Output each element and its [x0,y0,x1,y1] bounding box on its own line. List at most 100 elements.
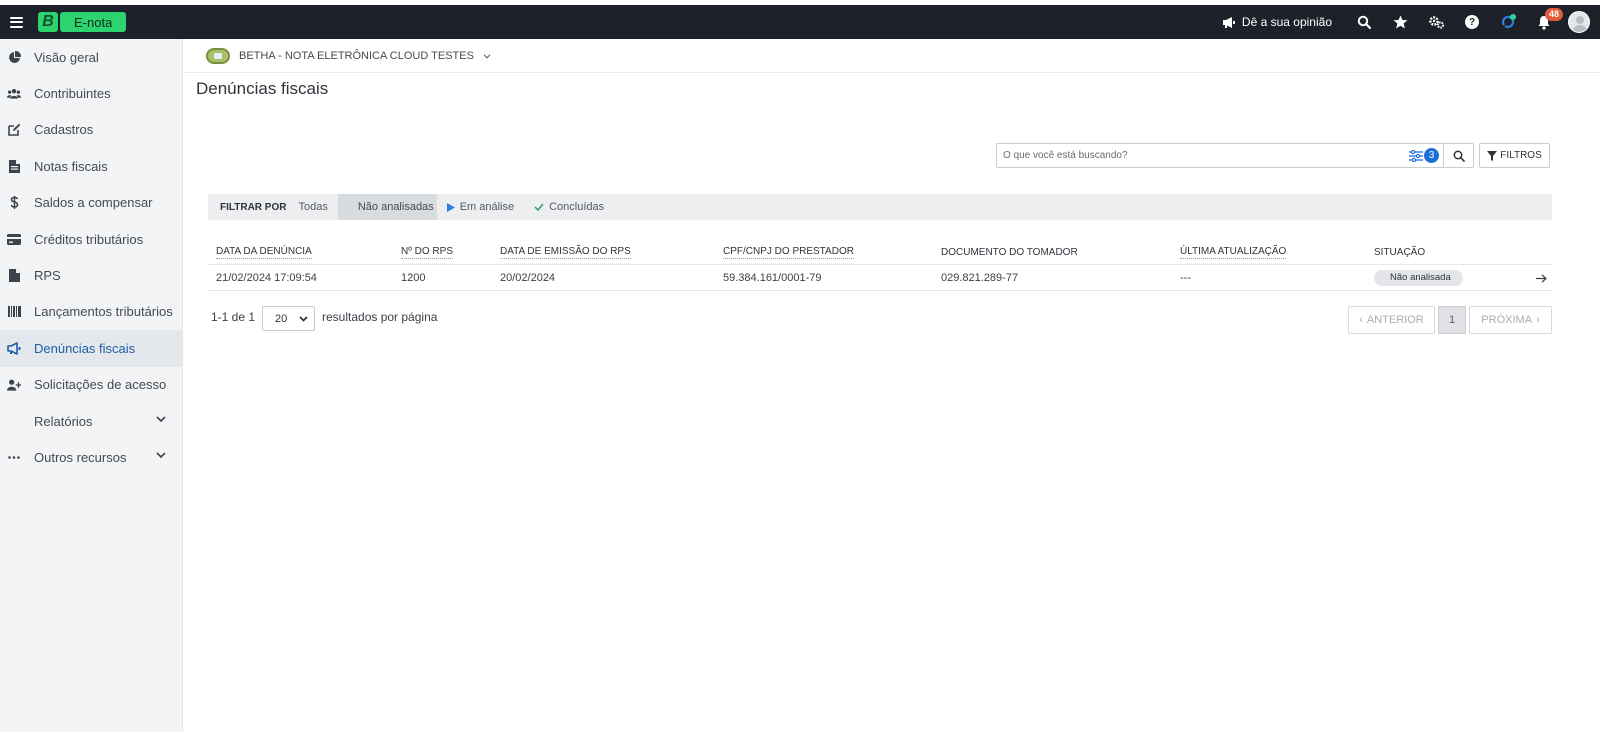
notifications-button[interactable]: 48 [1526,5,1564,39]
sidebar-item-saldos[interactable]: Saldos a compensar [0,185,182,221]
edit-icon [7,123,21,137]
per-page-label: resultados por página [322,310,438,324]
entity-selector[interactable]: BETHA - NOTA ELETRÔNICA CLOUD TESTES [206,48,491,64]
users-icon [7,87,21,101]
denuncias-table: DATA DA DENÚNCIA Nº DO RPS DATA DE EMISS… [208,239,1552,291]
top-bar: B E-nota Dê a sua opinião ? 48 [0,5,1600,39]
filter-option-todas[interactable]: Todas [298,194,337,220]
filter-option-nao-analisadas[interactable]: Não analisadas [337,194,437,220]
sidebar-item-cadastros[interactable]: Cadastros [0,112,182,148]
sidebar-item-rps[interactable]: RPS [0,257,182,293]
sidebar-item-notas-fiscais[interactable]: Notas fiscais [0,148,182,184]
file-icon [7,269,21,283]
sidebar-item-solicitacoes[interactable]: Solicitações de acesso [0,367,182,403]
sidebar-item-visao-geral[interactable]: Visão geral [0,39,182,75]
entity-logo [206,48,230,64]
sidebar-item-contribuintes[interactable]: Contribuintes [0,75,182,111]
previous-page-label: ANTERIOR [1366,314,1424,326]
sidebar-item-label: RPS [34,268,61,284]
cell-situacao: Não analisada [1374,265,1463,291]
sidebar-item-label: Visão geral [34,49,99,65]
table-row[interactable]: 21/02/2024 17:09:54 1200 20/02/2024 59.3… [208,265,1552,291]
credit-card-icon [7,232,21,246]
filter-option-label: Não analisadas [357,201,434,213]
sliders-icon [1409,149,1423,162]
per-page-value: 20 [275,312,288,325]
column-header-ultima-atualizacao[interactable]: ÚLTIMA ATUALIZAÇÃO [1180,239,1287,265]
header-divider [184,72,1600,73]
sidebar-item-label: Notas fiscais [34,158,108,174]
megaphone-icon [7,341,21,355]
sidebar-item-label: Saldos a compensar [34,195,153,211]
row-open-button[interactable] [1536,265,1547,291]
chevron-left-icon: ‹ [1359,314,1363,326]
sidebar-item-label: Denúncias fiscais [34,340,136,356]
brand-logo: B [38,12,58,32]
column-header-numero-rps[interactable]: Nº DO RPS [401,239,453,265]
menu-toggle-button[interactable] [2,5,30,39]
sidebar-item-label: Cadastros [34,122,94,138]
sidebar-item-label: Contribuintes [34,86,111,102]
chevron-down-icon [299,316,308,322]
sidebar-item-denuncias[interactable]: Denúncias fiscais [0,330,182,367]
filter-option-em-analise[interactable]: Em análise [437,194,524,220]
search-top-button[interactable] [1346,5,1382,39]
sidebar-item-creditos[interactable]: Créditos tributários [0,221,182,257]
filter-bar: FILTRAR POR Todas Não analisadas Em anál… [208,194,1552,220]
chevron-down-icon [483,53,491,59]
column-header-data-denuncia[interactable]: DATA DA DENÚNCIA [216,239,312,265]
cell-numero-rps: 1200 [401,272,426,284]
sidebar-item-label: Lançamentos tributários [34,304,173,320]
search-icon [1357,15,1371,29]
filter-by-label: FILTRAR POR [220,201,287,213]
topbar-actions: Dê a sua opinião ? 48 [1222,5,1600,39]
advanced-search-toggle[interactable]: 3 [1409,148,1439,163]
notifications-badge: 48 [1545,8,1564,21]
help-icon: ? [1465,15,1479,29]
brand-name: E-nota [60,12,127,32]
next-page-button[interactable]: PRÓXIMA › [1469,306,1552,334]
search-button[interactable] [1444,143,1474,168]
search-input[interactable] [997,144,1409,167]
sidebar-item-outros-recursos[interactable]: Outros recursos [0,439,182,475]
column-header-cpf-cnpj-prestador[interactable]: CPF/CNPJ DO PRESTADOR [723,239,854,265]
brand[interactable]: B E-nota [38,12,127,32]
page-button-current[interactable]: 1 [1438,306,1466,334]
favorites-button[interactable] [1382,5,1418,39]
column-header-situacao: SITUAÇÃO [1374,246,1426,258]
cell-data-denuncia: 21/02/2024 17:09:54 [216,272,317,284]
avatar[interactable] [1568,11,1590,33]
filter-option-concluidas[interactable]: Concluídas [524,194,614,220]
results-count: 1-1 de 1 [211,310,256,324]
sidebar-item-lancamentos[interactable]: Lançamentos tributários [0,294,182,330]
help-button[interactable]: ? [1454,5,1490,39]
megaphone-icon [1222,16,1235,28]
user-plus-icon [7,378,21,392]
check-icon [534,203,544,211]
sidebar-item-relatorios[interactable]: Relatórios [0,403,182,439]
cell-data-emissao: 20/02/2024 [500,272,556,284]
next-page-label: PRÓXIMA [1481,314,1533,326]
feedback-button[interactable]: Dê a sua opinião [1222,15,1332,29]
pagination: ‹ ANTERIOR 1 PRÓXIMA › [1348,306,1552,334]
cell-ultima-atualizacao: --- [1180,272,1191,284]
star-icon [1393,15,1407,29]
arrow-right-icon [1536,273,1547,283]
settings-button[interactable] [1418,5,1454,39]
filters-button[interactable]: FILTROS [1479,143,1550,168]
status-button[interactable] [1490,5,1526,39]
previous-page-button[interactable]: ‹ ANTERIOR [1348,306,1435,334]
sidebar-item-label: Créditos tributários [34,231,144,247]
per-page-select[interactable]: 20 [262,306,315,331]
chevron-right-icon: › [1536,314,1540,326]
search-box: 3 [996,143,1444,168]
file-icon [7,159,21,173]
play-icon [446,202,455,212]
entity-name: BETHA - NOTA ELETRÔNICA CLOUD TESTES [239,50,474,62]
filter-option-label: Em análise [459,201,515,213]
filter-count-badge: 3 [1424,148,1439,163]
filter-option-label: Concluídas [549,201,605,213]
status-dot [1510,14,1516,20]
main-content: BETHA - NOTA ELETRÔNICA CLOUD TESTES Den… [184,39,1600,732]
column-header-data-emissao[interactable]: DATA DE EMISSÃO DO RPS [500,239,631,265]
